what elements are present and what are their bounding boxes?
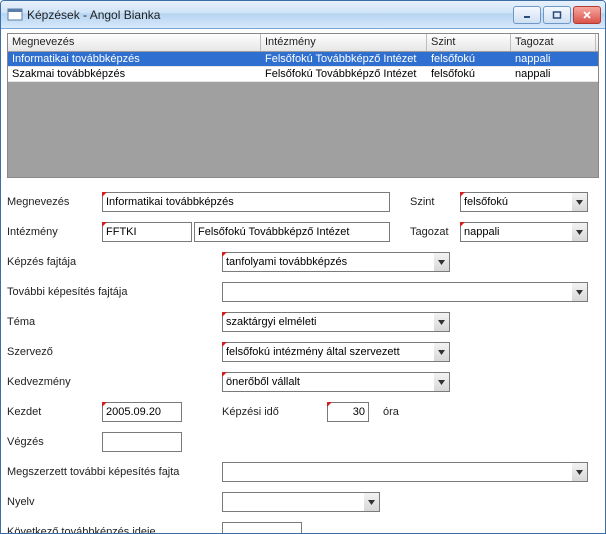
chevron-down-icon: [434, 373, 449, 391]
szint-value: felsőfokú: [464, 196, 570, 208]
kovetkezo-input[interactable]: [222, 522, 302, 534]
label-ora: óra: [383, 406, 399, 418]
tagozat-select[interactable]: nappali: [460, 222, 588, 242]
chevron-down-icon: [572, 463, 587, 481]
cell-intezmeny: Felsőfokú Továbbképző Intézet: [261, 67, 427, 81]
tagozat-value: nappali: [464, 226, 570, 238]
nyelv-select[interactable]: [222, 492, 380, 512]
table-row[interactable]: Informatikai továbbképzés Felsőfokú Tová…: [8, 52, 598, 67]
label-kepzes-fajtaja: Képzés fajtája: [7, 256, 222, 268]
kezdet-input[interactable]: [102, 402, 182, 422]
label-kezdet: Kezdet: [7, 406, 102, 418]
titlebar[interactable]: Képzések - Angol Bianka: [1, 1, 605, 29]
label-tagozat: Tagozat: [410, 226, 460, 238]
app-icon: [7, 7, 23, 23]
col-header-megnevezes[interactable]: Megnevezés: [8, 34, 261, 51]
training-grid[interactable]: Megnevezés Intézmény Szint Tagozat Infor…: [7, 33, 599, 178]
chevron-down-icon: [572, 223, 587, 241]
cell-megnevezes: Szakmai továbbképzés: [8, 67, 261, 81]
close-button[interactable]: [573, 6, 601, 24]
tema-value: szaktárgyi elméleti: [226, 316, 432, 328]
chevron-down-icon: [572, 283, 587, 301]
label-kovetkezo: Következő továbbképzés ideje: [7, 526, 222, 534]
grid-header[interactable]: Megnevezés Intézmény Szint Tagozat: [8, 34, 598, 52]
kedvezmeny-value: önerőből vállalt: [226, 376, 432, 388]
kepzesi-ido-input[interactable]: [327, 402, 369, 422]
kepzes-fajtaja-select[interactable]: tanfolyami továbbképzés: [222, 252, 450, 272]
cell-szint: felsőfokú: [427, 52, 511, 66]
szervezo-value: felsőfokú intézmény által szervezett: [226, 346, 432, 358]
window-frame: Képzések - Angol Bianka Megnevezés Intéz…: [0, 0, 606, 534]
szint-select[interactable]: felsőfokú: [460, 192, 588, 212]
label-vegzes: Végzés: [7, 436, 102, 448]
col-header-szint[interactable]: Szint: [427, 34, 511, 51]
grid-body: Informatikai továbbképzés Felsőfokú Tová…: [8, 52, 598, 177]
label-tema: Téma: [7, 316, 222, 328]
label-megnevezes: Megnevezés: [7, 196, 102, 208]
chevron-down-icon: [434, 313, 449, 331]
label-szint: Szint: [410, 196, 460, 208]
label-tovabbi-kepesites-fajtaja: További képesítés fajtája: [7, 286, 222, 298]
cell-szint: felsőfokú: [427, 67, 511, 81]
label-kepzesi-ido: Képzési idő: [222, 406, 327, 418]
tema-select[interactable]: szaktárgyi elméleti: [222, 312, 450, 332]
megszerzett-select[interactable]: [222, 462, 588, 482]
table-row[interactable]: Szakmai továbbképzés Felsőfokú Továbbkép…: [8, 67, 598, 82]
vegzes-input[interactable]: [102, 432, 182, 452]
label-nyelv: Nyelv: [7, 496, 222, 508]
chevron-down-icon: [434, 343, 449, 361]
window-title: Képzések - Angol Bianka: [27, 8, 513, 22]
cell-intezmeny: Felsőfokú Továbbképző Intézet: [261, 52, 427, 66]
chevron-down-icon: [572, 193, 587, 211]
label-kedvezmeny: Kedvezmény: [7, 376, 222, 388]
col-header-intezmeny[interactable]: Intézmény: [261, 34, 427, 51]
kedvezmeny-select[interactable]: önerőből vállalt: [222, 372, 450, 392]
cell-megnevezes: Informatikai továbbképzés: [8, 52, 261, 66]
intezmeny-name-input[interactable]: [194, 222, 390, 242]
chevron-down-icon: [364, 493, 379, 511]
minimize-button[interactable]: [513, 6, 541, 24]
tovabbi-kepesites-fajtaja-select[interactable]: [222, 282, 588, 302]
szervezo-select[interactable]: felsőfokú intézmény által szervezett: [222, 342, 450, 362]
label-megszerzett: Megszerzett további képesítés fajta: [7, 466, 222, 478]
col-header-tagozat[interactable]: Tagozat: [511, 34, 596, 51]
cell-tagozat: nappali: [511, 52, 596, 66]
intezmeny-code-input[interactable]: [102, 222, 192, 242]
cell-tagozat: nappali: [511, 67, 596, 81]
kepzes-fajtaja-value: tanfolyami továbbképzés: [226, 256, 432, 268]
megnevezes-input[interactable]: [102, 192, 390, 212]
chevron-down-icon: [434, 253, 449, 271]
maximize-button[interactable]: [543, 6, 571, 24]
label-szervezo: Szervező: [7, 346, 222, 358]
label-intezmeny: Intézmény: [7, 226, 102, 238]
